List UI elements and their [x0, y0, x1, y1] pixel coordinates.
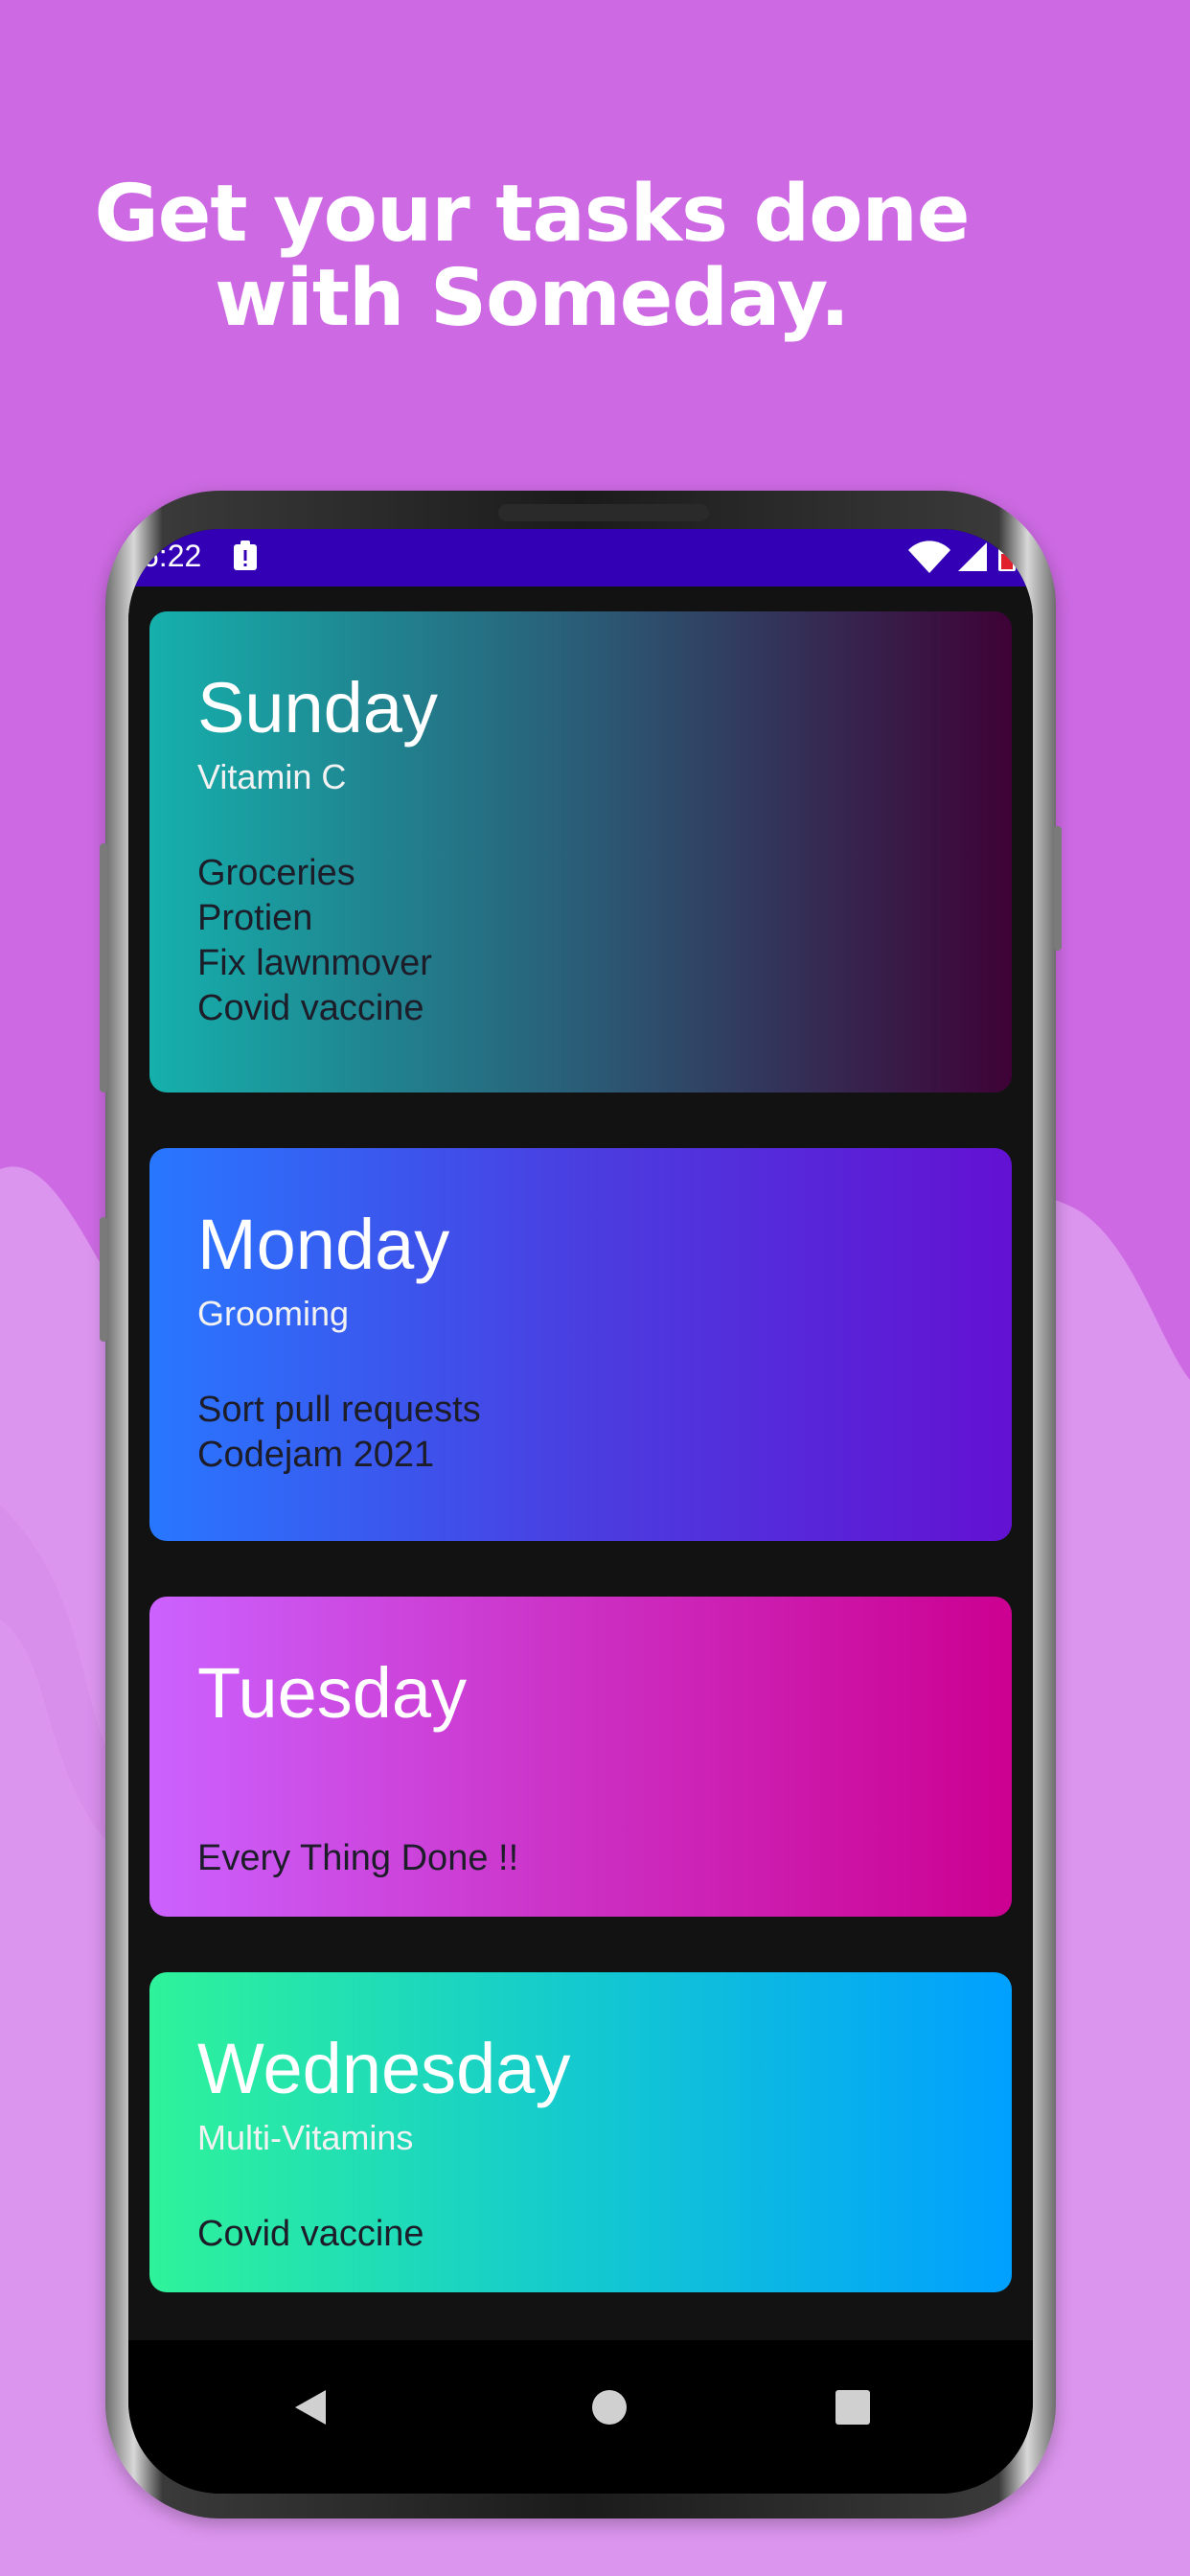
card-task-list: Groceries Protien Fix lawnmover Covid va… — [197, 851, 432, 1031]
day-card-tuesday[interactable]: Tuesday Every Thing Done !! — [149, 1597, 1012, 1917]
home-icon[interactable] — [581, 2379, 638, 2436]
card-subtitle: Vitamin C — [197, 757, 347, 796]
power-button — [1054, 826, 1062, 951]
headline: Get your tasks done with Someday. — [0, 172, 1064, 341]
wifi-icon — [908, 540, 950, 573]
card-day-title: Monday — [197, 1205, 450, 1284]
task-item: Sort pull requests — [197, 1390, 481, 1430]
task-item: Fix lawnmover — [197, 943, 432, 983]
card-day-title: Sunday — [197, 668, 438, 748]
task-item: Every Thing Done !! — [197, 1838, 519, 1878]
task-item: Groceries — [197, 853, 355, 893]
card-subtitle: Grooming — [197, 1294, 350, 1333]
recents-icon[interactable] — [824, 2379, 881, 2436]
card-subtitle: Multi-Vitamins — [197, 2118, 414, 2157]
status-icons — [908, 540, 1016, 573]
card-task-list: Covid vaccine — [197, 2212, 424, 2257]
task-item: Covid vaccine — [197, 988, 424, 1028]
headline-line-1: Get your tasks done — [94, 169, 970, 260]
earpiece-speaker — [498, 504, 709, 521]
battery-alert-icon — [998, 541, 1016, 571]
task-list[interactable]: Sunday Vitamin C Groceries Protien Fix l… — [128, 586, 1033, 2340]
day-card-wednesday[interactable]: Wednesday Multi-Vitamins Covid vaccine — [149, 1972, 1012, 2292]
task-item: Protien — [197, 898, 313, 938]
day-card-sunday[interactable]: Sunday Vitamin C Groceries Protien Fix l… — [149, 611, 1012, 1092]
headline-line-2: with Someday. — [214, 253, 850, 344]
task-item: Codejam 2021 — [197, 1435, 435, 1475]
phone-screen: 6:22 Sunday Vitamin C Groceries Protien … — [128, 529, 1033, 2494]
status-time: 6:22 — [142, 539, 202, 573]
day-card-monday[interactable]: Monday Grooming Sort pull requests Codej… — [149, 1148, 1012, 1541]
card-day-title: Tuesday — [197, 1653, 468, 1733]
volume-button-lower — [100, 1217, 107, 1342]
card-day-title: Wednesday — [197, 2029, 571, 2108]
volume-button — [100, 843, 107, 1092]
card-task-list: Sort pull requests Codejam 2021 — [197, 1388, 481, 1478]
signal-icon — [958, 542, 987, 571]
task-item: Covid vaccine — [197, 2214, 424, 2254]
navigation-bar — [128, 2340, 1033, 2494]
status-bar: 6:22 — [128, 529, 1033, 586]
card-task-list: Every Thing Done !! — [197, 1836, 518, 1881]
back-icon[interactable] — [282, 2379, 339, 2436]
clipboard-alert-icon — [234, 540, 257, 570]
